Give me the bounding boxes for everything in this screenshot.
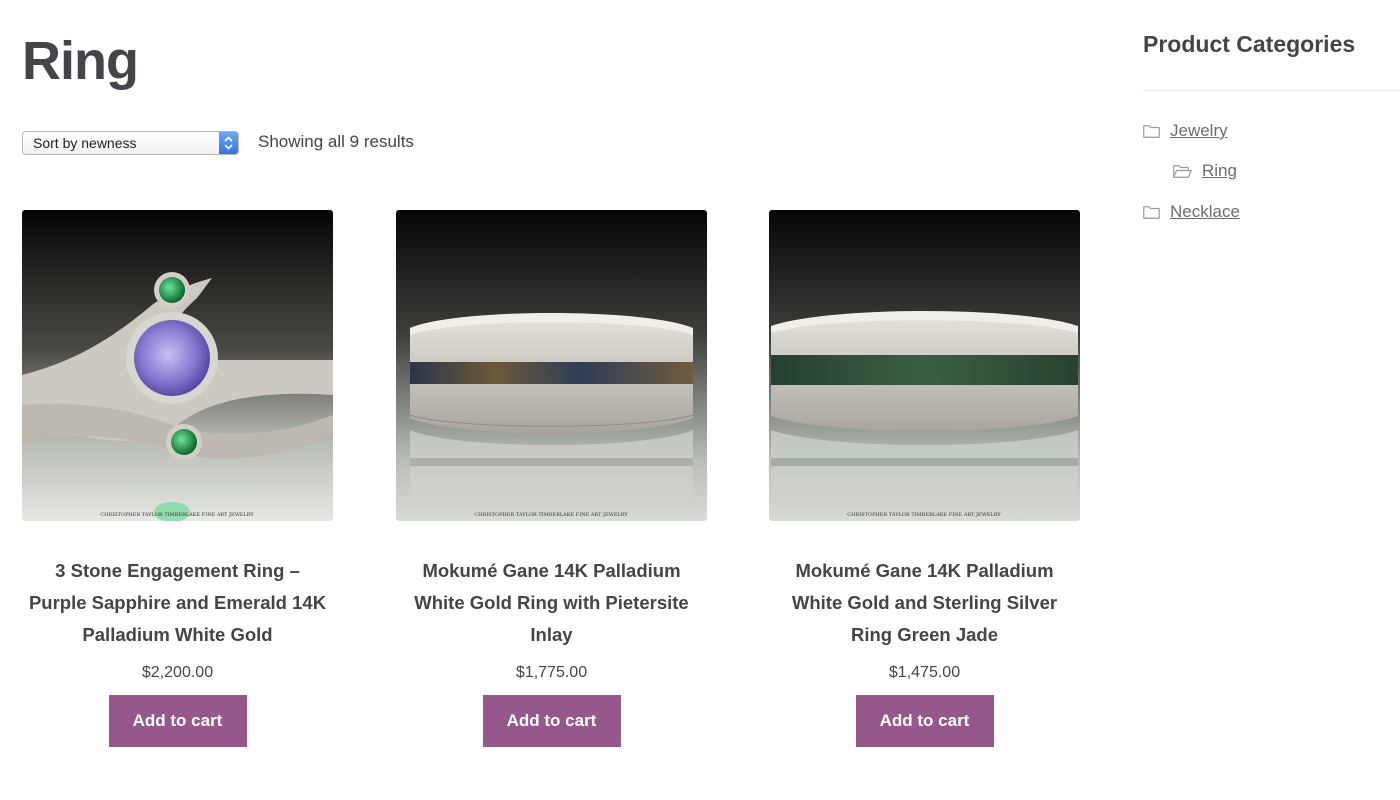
sort-select[interactable]: Sort by newness [22, 131, 239, 155]
main-content: Ring Sort by newness Showing all 9 resul… [22, 0, 1092, 800]
sort-select-label: Sort by newness [33, 135, 137, 151]
product-price: $1,475.00 [888, 664, 961, 681]
product-title[interactable]: 3 Stone Engagement Ring – Purple Sapphir… [22, 555, 333, 651]
select-arrows-icon [219, 132, 238, 154]
page-title: Ring [22, 31, 139, 91]
product-card: CHRISTOPHER TAYLOR TIMBERLAKE FINE ART J… [769, 210, 1080, 747]
product-image[interactable]: CHRISTOPHER TAYLOR TIMBERLAKE FINE ART J… [22, 210, 333, 521]
add-to-cart-button[interactable]: Add to cart [482, 695, 621, 747]
image-watermark: CHRISTOPHER TAYLOR TIMBERLAKE FINE ART J… [847, 512, 1001, 518]
add-to-cart-button[interactable]: Add to cart [855, 695, 994, 747]
result-count: Showing all 9 results [258, 132, 414, 151]
product-image[interactable]: CHRISTOPHER TAYLOR TIMBERLAKE FINE ART J… [769, 210, 1080, 521]
product-price: $2,200.00 [141, 664, 214, 681]
product-price: $1,775.00 [515, 664, 588, 681]
add-to-cart-button[interactable]: Add to cart [108, 695, 247, 747]
image-watermark: CHRISTOPHER TAYLOR TIMBERLAKE FINE ART J… [100, 512, 254, 518]
product-image[interactable]: CHRISTOPHER TAYLOR TIMBERLAKE FINE ART J… [396, 210, 707, 521]
product-card: CHRISTOPHER TAYLOR TIMBERLAKE FINE ART J… [396, 210, 707, 747]
category-link[interactable]: Ring [1202, 161, 1237, 181]
sidebar: Product Categories Jewelry Ring Necklace [1143, 0, 1400, 800]
product-card: CHRISTOPHER TAYLOR TIMBERLAKE FINE ART J… [22, 210, 333, 747]
category-link[interactable]: Jewelry [1170, 121, 1228, 141]
category-item-ring: Ring [1173, 161, 1237, 181]
image-watermark: CHRISTOPHER TAYLOR TIMBERLAKE FINE ART J… [474, 512, 628, 518]
category-item-necklace: Necklace [1143, 202, 1240, 222]
category-link[interactable]: Necklace [1170, 202, 1240, 222]
divider [1143, 90, 1400, 91]
folder-icon [1143, 124, 1160, 138]
product-title[interactable]: Mokumé Gane 14K Palladium White Gold and… [769, 555, 1080, 651]
folder-icon [1143, 205, 1160, 219]
category-item-jewelry: Jewelry [1143, 121, 1228, 141]
product-title[interactable]: Mokumé Gane 14K Palladium White Gold Rin… [396, 555, 707, 651]
folder-open-icon [1173, 164, 1192, 178]
widget-title: Product Categories [1143, 31, 1356, 57]
